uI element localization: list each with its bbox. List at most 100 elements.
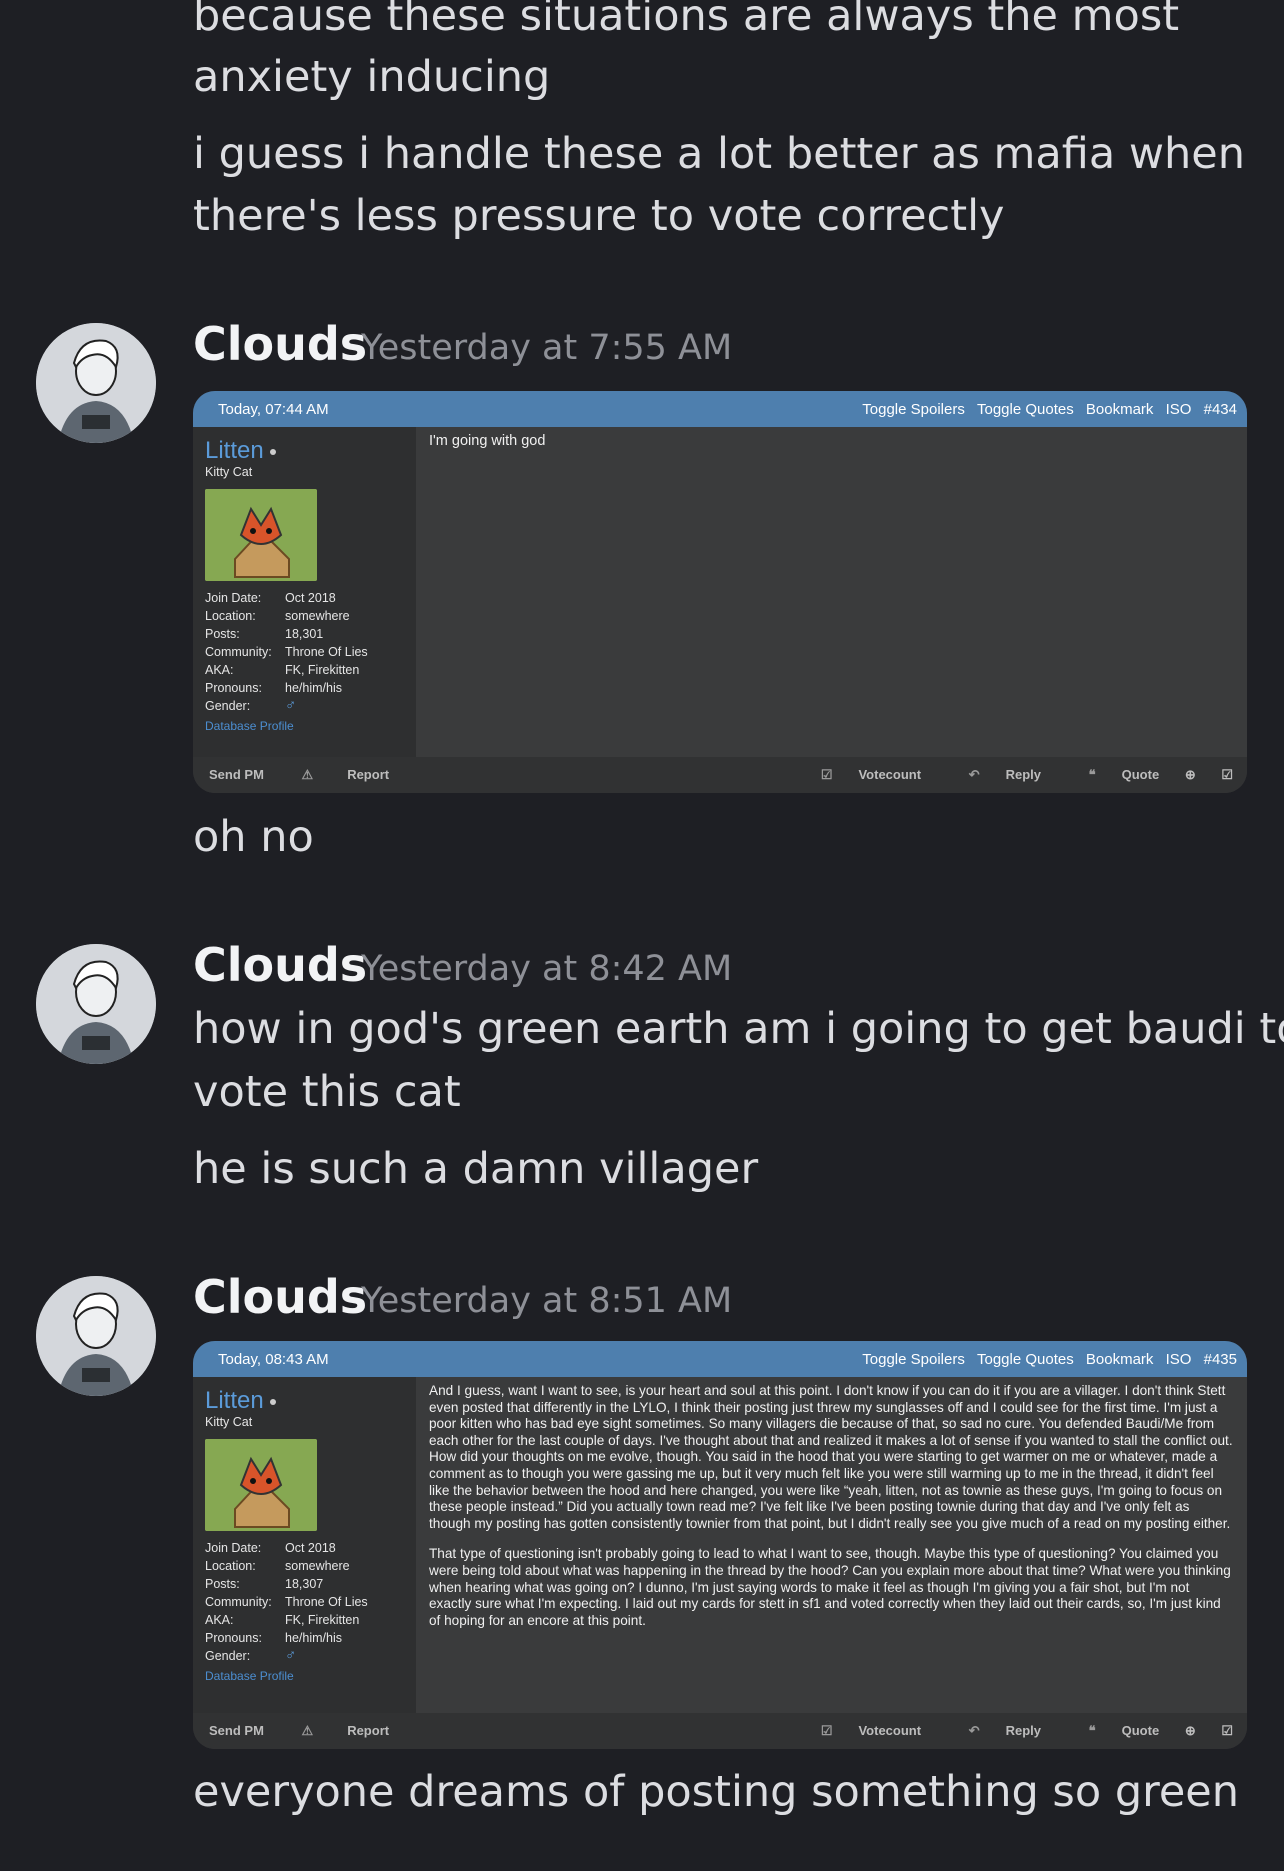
online-status-icon [269, 448, 276, 455]
user-fields: Join Date: Oct 2018 Location: somewhere Po… [205, 589, 404, 715]
multiquote-icon[interactable]: ⊕ [1185, 767, 1196, 782]
database-profile-link[interactable]: Database Profile [205, 719, 404, 733]
message-line: vote this cat [193, 1067, 461, 1117]
field-label: Join Date: [205, 591, 262, 605]
reply-icon: ↶ [968, 767, 980, 782]
field-label: Location: [205, 609, 256, 623]
field-label: Posts: [205, 1577, 240, 1591]
warning-icon: ⚠ [301, 1723, 314, 1738]
avatar[interactable] [36, 1276, 156, 1396]
message-timestamp: Yesterday at 8:51 AM [361, 1281, 733, 1321]
field-label: Pronouns: [205, 681, 262, 695]
message-line: oh no [193, 812, 314, 862]
post-footer: Send PM ⚠ Report ☑ Votecount ↶ Reply ❝ Quote… [193, 1713, 1247, 1749]
database-profile-link[interactable]: Database Profile [205, 1669, 404, 1683]
message-line: he is such a damn villager [193, 1144, 759, 1194]
user-avatar[interactable] [205, 1439, 317, 1531]
report-button[interactable]: ⚠ Report [302, 767, 424, 782]
toggle-spoilers-link[interactable]: Toggle Spoilers [862, 401, 965, 418]
iso-link[interactable]: ISO [1166, 1351, 1192, 1368]
select-post-icon[interactable]: ☑ [1221, 767, 1233, 782]
toggle-quotes-link[interactable]: Toggle Quotes [977, 401, 1074, 418]
post-number[interactable]: #435 [1204, 1351, 1237, 1368]
field-label: AKA: [205, 663, 234, 677]
post-footer: Send PM ⚠ Report ☑ Votecount ↶ Reply ❝ Quote… [193, 757, 1247, 793]
multiquote-icon[interactable]: ⊕ [1185, 1723, 1196, 1738]
field-value: he/him/his [285, 681, 342, 695]
male-gender-icon: ♂ [285, 697, 297, 714]
votecount-button[interactable]: ☑ Votecount [799, 1723, 921, 1738]
field-value: Throne Of Lies [285, 645, 368, 659]
select-post-icon[interactable]: ☑ [1221, 1723, 1233, 1738]
user-title: Kitty Cat [205, 1415, 253, 1429]
quote-icon: ❝ [1088, 1723, 1096, 1738]
field-value: FK, Firekitten [285, 1613, 360, 1627]
message-line: how in god's green earth am i going to g… [193, 1004, 1284, 1054]
post-header-bar: Today, 07:44 AM Toggle Spoilers Toggle Q… [193, 391, 1247, 427]
message-line: anxiety inducing [193, 52, 551, 102]
bookmark-link[interactable]: Bookmark [1086, 401, 1154, 418]
message-line: because these situations are always the … [193, 0, 1180, 41]
field-value: somewhere [285, 609, 350, 623]
message-timestamp: Yesterday at 7:55 AM [361, 328, 733, 368]
field-value: Oct 2018 [285, 591, 336, 605]
avatar[interactable] [36, 944, 156, 1064]
field-label: Posts: [205, 627, 240, 641]
username[interactable]: Litten [205, 1387, 404, 1415]
send-pm-button[interactable]: Send PM [209, 767, 264, 782]
avatar[interactable] [36, 323, 156, 443]
field-label: Community: [205, 645, 272, 659]
field-label: Gender: [205, 1649, 251, 1663]
field-label: Location: [205, 1559, 256, 1573]
field-value: 18,307 [285, 1577, 324, 1591]
checkbox-icon: ☑ [820, 1723, 833, 1738]
send-pm-button[interactable]: Send PM [209, 1723, 264, 1738]
quote-button[interactable]: ❝ Quote [1067, 1723, 1160, 1738]
author-name[interactable]: Clouds [193, 316, 367, 372]
user-avatar[interactable] [205, 489, 317, 581]
reply-button[interactable]: ↶ Reply [947, 1723, 1041, 1738]
forum-post-embed[interactable]: Today, 07:44 AM Toggle Spoilers Toggle Q… [193, 391, 1247, 793]
male-gender-icon: ♂ [285, 1647, 297, 1664]
field-value: he/him/his [285, 1631, 342, 1645]
user-title: Kitty Cat [205, 465, 253, 479]
username[interactable]: Litten [205, 437, 404, 465]
message-line: everyone dreams of posting something so … [193, 1767, 1240, 1817]
iso-link[interactable]: ISO [1166, 401, 1192, 418]
bookmark-link[interactable]: Bookmark [1086, 1351, 1154, 1368]
field-value: Throne Of Lies [285, 1595, 368, 1609]
quote-button[interactable]: ❝ Quote [1067, 767, 1160, 782]
author-name[interactable]: Clouds [193, 1269, 367, 1325]
post-paragraph: And I guess, want I want to see, is your… [429, 1383, 1233, 1531]
field-label: AKA: [205, 1613, 234, 1627]
field-value: Oct 2018 [285, 1541, 336, 1555]
checkbox-icon: ☑ [820, 767, 833, 782]
post-date: Today, 08:43 AM [218, 1350, 329, 1368]
post-header-bar: Today, 08:43 AM Toggle Spoilers Toggle Q… [193, 1341, 1247, 1377]
post-number[interactable]: #434 [1204, 401, 1237, 418]
field-label: Gender: [205, 699, 251, 713]
field-value: FK, Firekitten [285, 663, 360, 677]
user-info-panel: Litten Kitty Cat Join Date: Oct 2018 Loca… [193, 427, 416, 757]
post-paragraph: I'm going with god [429, 433, 546, 449]
reply-button[interactable]: ↶ Reply [947, 767, 1041, 782]
field-label: Community: [205, 1595, 272, 1609]
votecount-button[interactable]: ☑ Votecount [799, 767, 921, 782]
post-content: I'm going with god [416, 427, 1247, 757]
message-line: there's less pressure to vote correctly [193, 191, 1005, 241]
reply-icon: ↶ [968, 1723, 980, 1738]
post-paragraph: That type of questioning isn't probably … [429, 1546, 1231, 1628]
author-name[interactable]: Clouds [193, 937, 367, 993]
online-status-icon [269, 1398, 276, 1405]
field-label: Pronouns: [205, 1631, 262, 1645]
field-value: 18,301 [285, 627, 324, 641]
report-button[interactable]: ⚠ Report [302, 1723, 424, 1738]
warning-icon: ⚠ [301, 767, 314, 782]
forum-post-embed[interactable]: Today, 08:43 AM Toggle Spoilers Toggle Q… [193, 1341, 1247, 1749]
post-date: Today, 07:44 AM [218, 400, 329, 418]
field-label: Join Date: [205, 1541, 262, 1555]
message-line: i guess i handle these a lot better as m… [193, 129, 1245, 179]
user-info-panel: Litten Kitty Cat Join Date: Oct 2018 Loca… [193, 1377, 416, 1713]
toggle-quotes-link[interactable]: Toggle Quotes [977, 1351, 1074, 1368]
toggle-spoilers-link[interactable]: Toggle Spoilers [862, 1351, 965, 1368]
